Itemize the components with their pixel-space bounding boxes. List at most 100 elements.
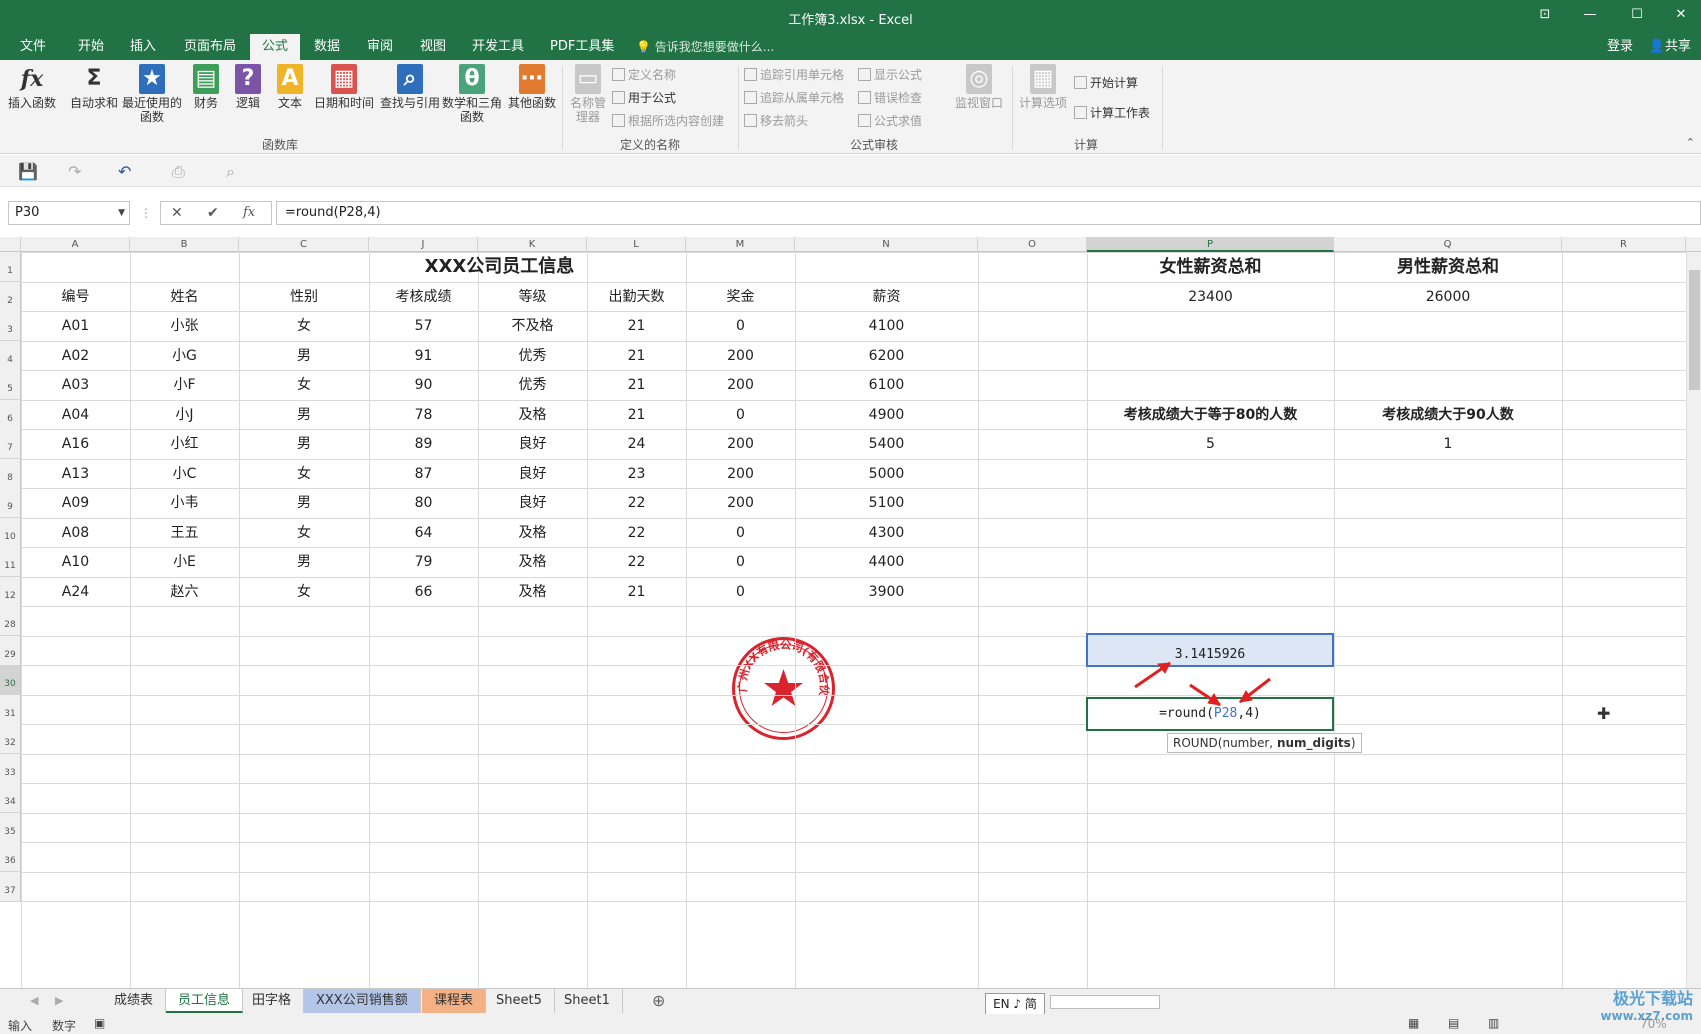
use-in-formula-button[interactable]: 用于公式	[612, 89, 676, 107]
table-cell[interactable]: A02	[21, 340, 130, 372]
name-box[interactable]: P30 ▼	[8, 201, 130, 225]
tab-insert[interactable]: 插入	[118, 34, 168, 60]
header-cell[interactable]: 薪资	[795, 281, 978, 313]
table-cell[interactable]: 小红	[130, 428, 239, 460]
row-header-6[interactable]: 6	[0, 400, 21, 430]
tab-page-layout[interactable]: 页面布局	[172, 34, 248, 60]
table-cell[interactable]: 小张	[130, 310, 239, 342]
row-header-29[interactable]: 29	[0, 636, 21, 666]
error-checking-button[interactable]: 错误检查	[858, 89, 922, 107]
table-cell[interactable]: A01	[21, 310, 130, 342]
row-header-31[interactable]: 31	[0, 695, 21, 725]
sheet-tab-sheet5[interactable]: Sheet5	[484, 989, 555, 1013]
sheet-tab-schedule[interactable]: 课程表	[422, 989, 487, 1013]
header-cell[interactable]: 考核成绩	[369, 281, 478, 313]
trace-dependents-button[interactable]: 追踪从属单元格	[744, 89, 844, 107]
table-cell[interactable]: 小E	[130, 546, 239, 578]
define-name-button[interactable]: 定义名称	[612, 66, 676, 84]
table-cell[interactable]: 女	[239, 369, 369, 401]
autosum-button[interactable]: Σ 自动求和	[68, 64, 120, 110]
table-cell[interactable]: 0	[686, 399, 795, 431]
table-cell[interactable]: 不及格	[478, 310, 587, 342]
table-cell[interactable]: 21	[587, 369, 686, 401]
logical-button[interactable]: ? 逻辑	[230, 64, 266, 110]
table-cell[interactable]: 女	[239, 517, 369, 549]
row-header-12[interactable]: 12	[0, 577, 21, 607]
table-cell[interactable]: 5000	[795, 458, 978, 490]
row-header-8[interactable]: 8	[0, 459, 21, 489]
table-cell[interactable]: 男	[239, 340, 369, 372]
table-cell[interactable]: 21	[587, 340, 686, 372]
table-cell[interactable]: 男	[239, 546, 369, 578]
select-all-corner[interactable]	[0, 237, 21, 252]
table-cell[interactable]: 男	[239, 428, 369, 460]
worksheet-grid[interactable]: 广州XX有限公司(有限合伙) XXX公司员工信息编号姓名性别考核成绩等级出勤天数…	[21, 252, 1686, 988]
undo-icon[interactable]: ↶	[118, 162, 131, 181]
name-manager-button[interactable]: ▭ 名称管理器	[566, 64, 610, 124]
evaluate-formula-button[interactable]: 公式求值	[858, 112, 922, 130]
table-cell[interactable]: 女	[239, 576, 369, 608]
row-header-10[interactable]: 10	[0, 518, 21, 548]
tab-data[interactable]: 数据	[302, 34, 352, 60]
table-cell[interactable]: A10	[21, 546, 130, 578]
score-ge80-label[interactable]: 考核成绩大于等于80的人数	[1087, 399, 1334, 431]
minimize-icon[interactable]: —	[1575, 7, 1605, 27]
tab-view[interactable]: 视图	[408, 34, 458, 60]
table-cell[interactable]: 良好	[478, 487, 587, 519]
table-cell[interactable]: 4100	[795, 310, 978, 342]
zoom-preview-icon[interactable]: ⌕	[226, 162, 235, 182]
table-cell[interactable]: 3900	[795, 576, 978, 608]
header-cell[interactable]: 性别	[239, 281, 369, 313]
row-header-28[interactable]: 28	[0, 606, 21, 636]
tell-me-box[interactable]: 💡 告诉我您想要做什么...	[636, 34, 774, 60]
table-cell[interactable]: 及格	[478, 399, 587, 431]
header-cell[interactable]: 奖金	[686, 281, 795, 313]
formula-input[interactable]: =round(P28,4)	[276, 201, 1701, 225]
table-cell[interactable]: 女	[239, 458, 369, 490]
row-header-35[interactable]: 35	[0, 813, 21, 843]
row-header-4[interactable]: 4	[0, 341, 21, 371]
table-cell[interactable]: 24	[587, 428, 686, 460]
table-cell[interactable]: 王五	[130, 517, 239, 549]
scroll-tabs-right-icon[interactable]: ▶	[55, 994, 63, 1007]
row-header-2[interactable]: 2	[0, 282, 21, 312]
row-header-11[interactable]: 11	[0, 547, 21, 577]
calculation-options-button[interactable]: ▦ 计算选项	[1016, 64, 1070, 110]
table-cell[interactable]: 4900	[795, 399, 978, 431]
row-header-33[interactable]: 33	[0, 754, 21, 784]
table-cell[interactable]: 女	[239, 310, 369, 342]
remove-arrows-button[interactable]: 移去箭头	[744, 112, 808, 130]
table-cell[interactable]: A16	[21, 428, 130, 460]
table-cell[interactable]: 男	[239, 399, 369, 431]
table-cell[interactable]: 及格	[478, 576, 587, 608]
table-cell[interactable]: 4300	[795, 517, 978, 549]
header-cell[interactable]: 等级	[478, 281, 587, 313]
table-cell[interactable]: 4400	[795, 546, 978, 578]
row-header-37[interactable]: 37	[0, 872, 21, 902]
table-cell[interactable]: 200	[686, 487, 795, 519]
collapse-ribbon-icon[interactable]: ⌃	[1686, 136, 1695, 149]
table-cell[interactable]: 5100	[795, 487, 978, 519]
table-cell[interactable]: 小G	[130, 340, 239, 372]
horizontal-scrollbar[interactable]	[1050, 995, 1160, 1009]
normal-view-icon[interactable]: ▦	[1408, 1016, 1419, 1030]
table-cell[interactable]: 200	[686, 340, 795, 372]
table-cell[interactable]: 优秀	[478, 340, 587, 372]
table-cell[interactable]: 91	[369, 340, 478, 372]
table-cell[interactable]: 87	[369, 458, 478, 490]
table-cell[interactable]: 良好	[478, 458, 587, 490]
insert-function-icon[interactable]: fx	[243, 205, 255, 220]
table-cell[interactable]: 小C	[130, 458, 239, 490]
trace-precedents-button[interactable]: 追踪引用单元格	[744, 66, 844, 84]
login-link[interactable]: 登录	[1607, 34, 1633, 60]
row-header-3[interactable]: 3	[0, 311, 21, 341]
show-formulas-button[interactable]: 显示公式	[858, 66, 922, 84]
header-cell[interactable]: 编号	[21, 281, 130, 313]
math-trig-button[interactable]: θ 数学和三角函数	[442, 64, 502, 124]
score-ge80-value[interactable]: 5	[1087, 428, 1334, 460]
enter-check-icon[interactable]: ✔	[207, 205, 219, 221]
table-cell[interactable]: 90	[369, 369, 478, 401]
tab-file[interactable]: 文件	[8, 34, 58, 60]
female-salary-label[interactable]: 女性薪资总和	[1087, 252, 1334, 283]
table-cell[interactable]: 22	[587, 487, 686, 519]
